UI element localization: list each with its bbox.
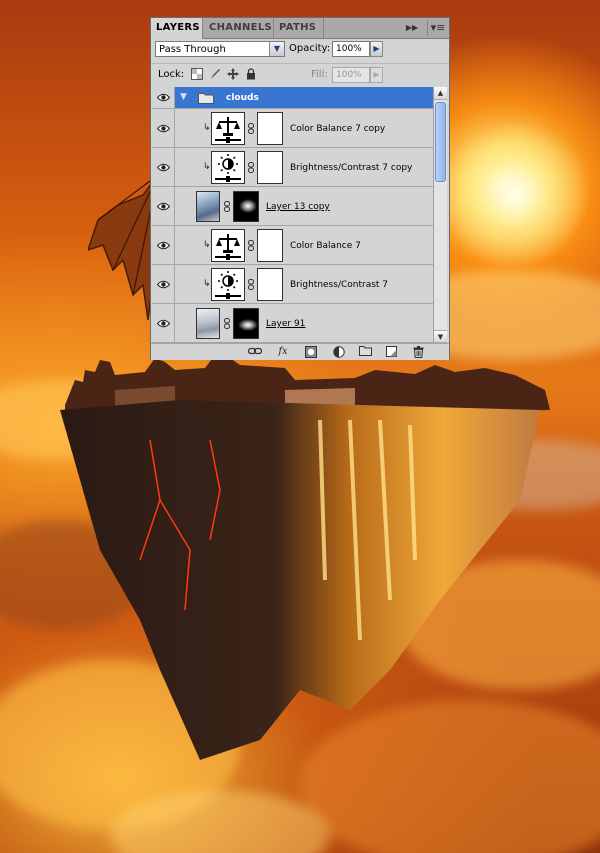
layer-row-color-balance-7-copy[interactable]: ↳ Color Balance 7 copy: [152, 109, 433, 148]
clipping-arrow-icon: ↳: [203, 240, 211, 250]
eye-icon: [157, 202, 170, 211]
layer-mask-thumbnail[interactable]: [233, 308, 259, 339]
lock-all-icon[interactable]: [245, 68, 257, 80]
layer-row-brightness-contrast-7[interactable]: ↳ Brightness/Contrast 7: [152, 265, 433, 304]
layer-row-layer-91[interactable]: Layer 91: [152, 304, 433, 343]
clipping-arrow-icon: ↳: [203, 162, 211, 172]
tab-channels[interactable]: CHANNELS: [204, 18, 274, 38]
opacity-label: Opacity:: [289, 43, 331, 54]
layer-row-brightness-contrast-7-copy[interactable]: ↳ Brightness/Contrast 7 copy: [152, 148, 433, 187]
blend-mode-value: Pass Through: [159, 44, 226, 55]
visibility-toggle[interactable]: [152, 265, 175, 303]
link-layers-icon[interactable]: [247, 346, 263, 358]
layer-name: Color Balance 7 copy: [290, 124, 386, 134]
color-balance-adjustment-icon: [211, 229, 245, 262]
chain-link-icon: [248, 240, 254, 251]
panel-menu-icon[interactable]: ▾≡: [427, 20, 448, 36]
lock-position-icon[interactable]: [227, 68, 239, 80]
new-group-icon[interactable]: [358, 346, 372, 358]
layer-list: ▼ clouds ↳ Color Balance 7 copy ↳ Bright…: [152, 87, 433, 343]
brightness-contrast-adjustment-icon: [211, 151, 245, 184]
chain-link-icon: [248, 279, 254, 290]
add-mask-icon[interactable]: [304, 346, 318, 358]
expand-triangle-icon[interactable]: ▼: [180, 92, 187, 102]
color-balance-adjustment-icon: [211, 112, 245, 145]
floating-island: [60, 400, 540, 760]
layers-panel: LAYERS CHANNELS PATHS ▶▶ ▾≡ Pass Through…: [151, 18, 449, 360]
brightness-contrast-adjustment-icon: [211, 268, 245, 301]
visibility-toggle[interactable]: [152, 87, 175, 108]
layer-name: Layer 13 copy: [266, 202, 330, 212]
layer-name: clouds: [226, 93, 259, 103]
chain-link-icon: [248, 123, 254, 134]
eye-icon: [157, 241, 170, 250]
new-layer-icon[interactable]: [384, 346, 398, 358]
layer-mask-thumbnail[interactable]: [257, 112, 283, 145]
layer-row-layer-13-copy[interactable]: Layer 13 copy: [152, 187, 433, 226]
lock-transparent-pixels-icon[interactable]: [191, 68, 203, 80]
fill-slider-button[interactable]: ▶: [370, 67, 383, 83]
sun-glow: [440, 120, 590, 270]
clipping-arrow-icon: ↳: [203, 123, 211, 133]
eye-icon: [157, 163, 170, 172]
opacity-input[interactable]: 100%: [332, 41, 370, 57]
tab-paths[interactable]: PATHS: [274, 18, 324, 38]
adjustment-layer-icon[interactable]: [332, 346, 346, 358]
layer-mask-thumbnail[interactable]: [257, 151, 283, 184]
layer-list-scrollbar[interactable]: ▲ ▼: [433, 87, 447, 343]
panel-footer: fx: [151, 343, 449, 360]
visibility-toggle[interactable]: [152, 226, 175, 264]
layer-row-color-balance-7[interactable]: ↳ Color Balance 7: [152, 226, 433, 265]
fill-input[interactable]: 100%: [332, 67, 370, 83]
tab-layers[interactable]: LAYERS: [151, 18, 203, 39]
fill-label: Fill:: [311, 69, 328, 80]
trash-icon[interactable]: [411, 346, 425, 358]
eye-icon: [157, 280, 170, 289]
visibility-toggle[interactable]: [152, 304, 175, 342]
lock-image-pixels-icon[interactable]: [209, 68, 221, 80]
visibility-toggle[interactable]: [152, 109, 175, 147]
folder-icon: [198, 93, 214, 104]
layer-name: Layer 91: [266, 319, 306, 329]
lock-label: Lock:: [158, 69, 185, 80]
layer-mask-thumbnail[interactable]: [257, 229, 283, 262]
scroll-thumb[interactable]: [435, 102, 446, 182]
layer-mask-thumbnail[interactable]: [233, 191, 259, 222]
blend-mode-select[interactable]: Pass Through ▼: [155, 41, 285, 57]
layer-name: Color Balance 7: [290, 241, 361, 251]
layer-thumbnail[interactable]: [196, 191, 220, 222]
lock-row: Lock: Fill: 100% ▶: [151, 63, 449, 86]
scroll-down-button[interactable]: ▼: [434, 330, 447, 343]
chain-link-icon: [224, 318, 230, 329]
panel-tab-bar: LAYERS CHANNELS PATHS ▶▶ ▾≡: [151, 18, 449, 39]
scroll-up-button[interactable]: ▲: [434, 87, 447, 100]
fx-icon[interactable]: fx: [276, 346, 290, 358]
visibility-toggle[interactable]: [152, 187, 175, 225]
eye-icon: [157, 319, 170, 328]
chevron-down-icon: ▼: [269, 42, 284, 56]
layer-name: Brightness/Contrast 7 copy: [290, 163, 413, 173]
eye-icon: [157, 93, 170, 102]
eye-icon: [157, 124, 170, 133]
visibility-toggle[interactable]: [152, 148, 175, 186]
clipping-arrow-icon: ↳: [203, 279, 211, 289]
chain-link-icon: [224, 201, 230, 212]
opacity-slider-button[interactable]: ▶: [370, 41, 383, 57]
layer-thumbnail[interactable]: [196, 308, 220, 339]
double-chevron-right-icon[interactable]: ▶▶: [405, 22, 419, 34]
layer-row-clouds-group[interactable]: ▼ clouds: [152, 87, 433, 109]
chain-link-icon: [248, 162, 254, 173]
layer-mask-thumbnail[interactable]: [257, 268, 283, 301]
layer-name: Brightness/Contrast 7: [290, 280, 389, 290]
